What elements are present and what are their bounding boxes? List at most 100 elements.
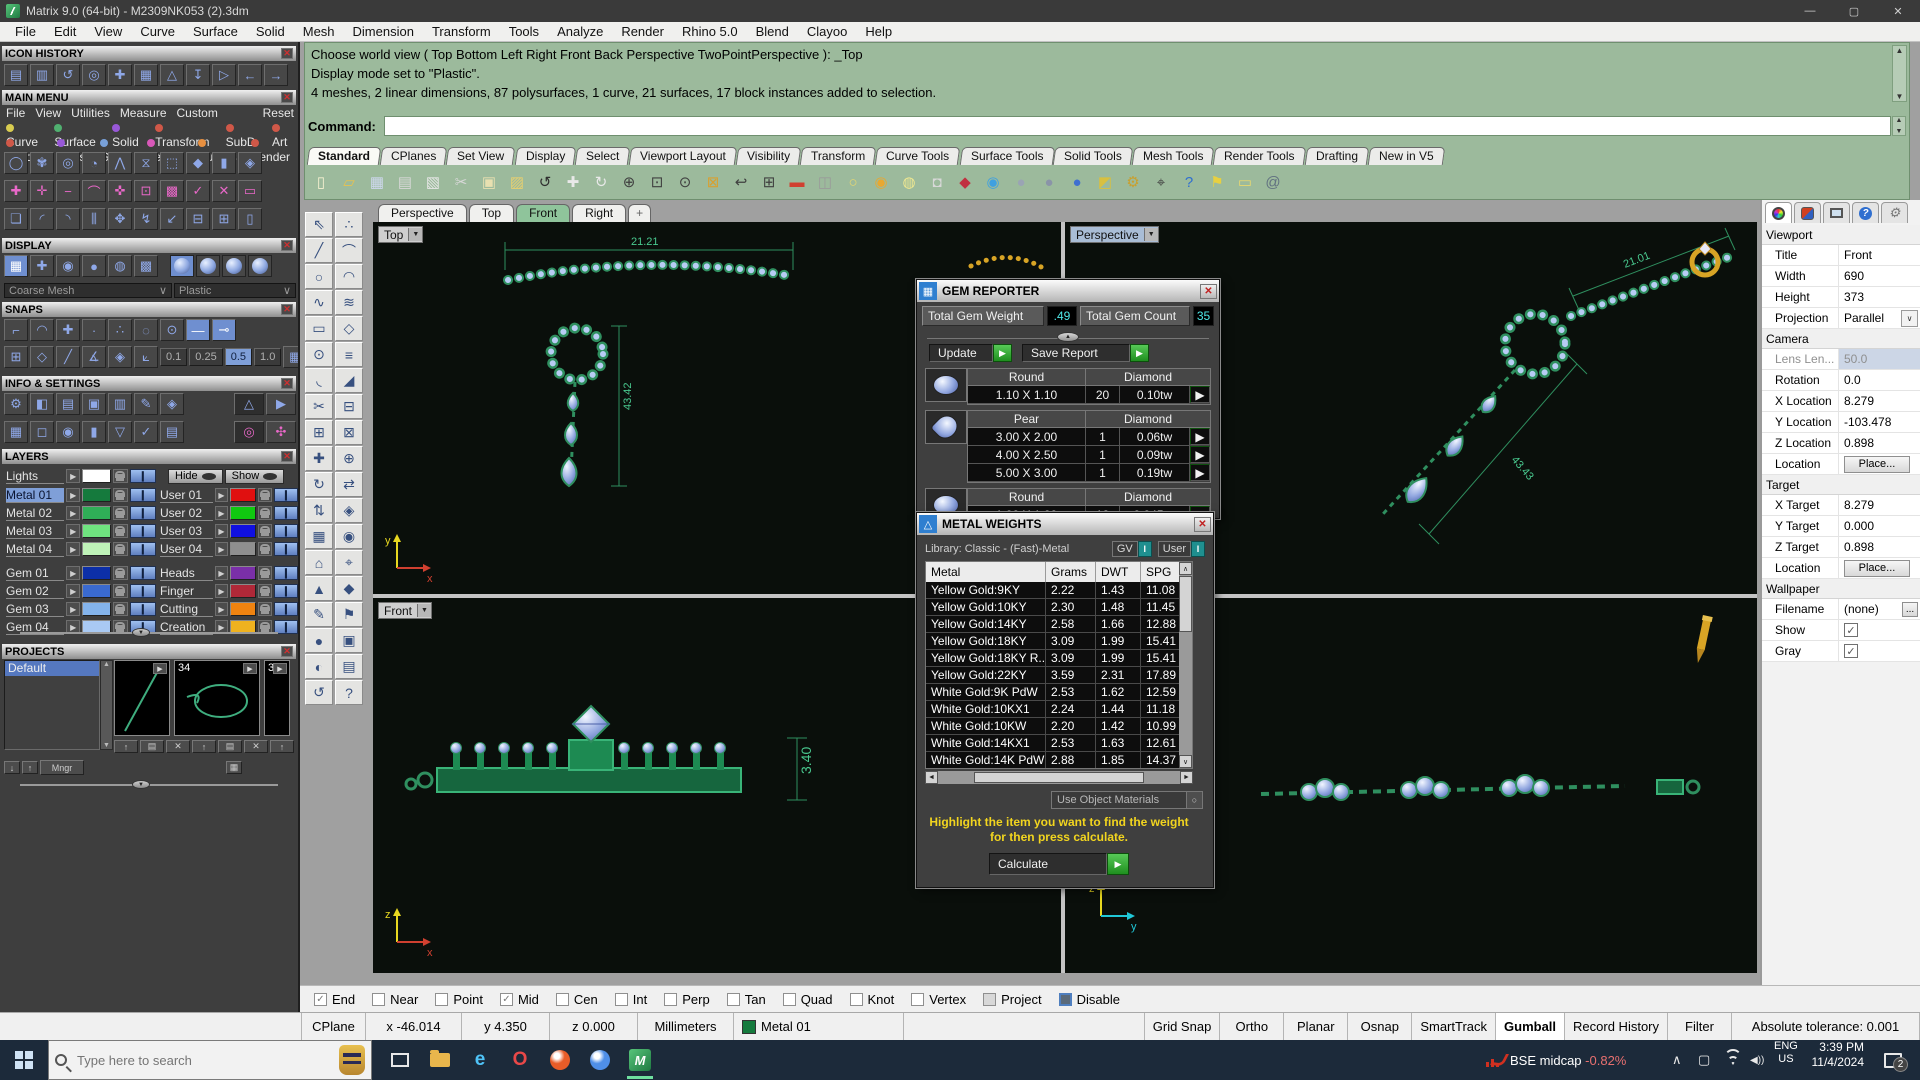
lock-icon[interactable]: [113, 602, 128, 616]
panel-menu-view[interactable]: View: [35, 106, 61, 120]
toolbar-tab-viewport-layout[interactable]: Viewport Layout: [629, 147, 737, 165]
close-icon[interactable]: ✕: [281, 646, 293, 657]
update-button[interactable]: Update▶: [929, 344, 1012, 362]
spiral-icon[interactable]: @: [1260, 169, 1286, 195]
close-icon[interactable]: ✕: [281, 451, 293, 462]
tool-icon[interactable]: ◎: [56, 152, 80, 174]
tool-icon[interactable]: ▯: [238, 208, 262, 230]
ring-tool-icon[interactable]: ✣: [266, 421, 296, 443]
reset-button[interactable]: Reset: [263, 106, 294, 120]
save-report-button[interactable]: Save Report▶: [1022, 344, 1149, 362]
save-icon[interactable]: ▦: [364, 169, 390, 195]
teams-icon[interactable]: ▢: [1698, 1040, 1710, 1080]
info-icon[interactable]: ▤: [56, 393, 80, 415]
toolbar-tab-transform[interactable]: Transform: [800, 147, 877, 165]
menu-view[interactable]: View: [85, 24, 131, 39]
move-icon[interactable]: ▬: [784, 169, 810, 195]
layer-color-swatch[interactable]: [230, 488, 256, 502]
delete-icon[interactable]: ✕: [166, 740, 190, 753]
checkbox-icon[interactable]: [664, 993, 677, 1006]
tool-icon[interactable]: ▩: [160, 180, 184, 202]
checkbox-icon[interactable]: [783, 993, 796, 1006]
side-tool-icon-16[interactable]: ⊞: [305, 420, 333, 445]
layer-row-gem-03[interactable]: Gem 03▶❙: [6, 601, 156, 617]
snap-icon[interactable]: ·: [82, 319, 106, 341]
side-tool-icon-13[interactable]: ◢: [335, 368, 363, 393]
osnap-point[interactable]: Point: [435, 992, 483, 1007]
toolbar-tab-solid-tools[interactable]: Solid Tools: [1053, 147, 1133, 165]
layer-row-heads[interactable]: Heads▶❙: [160, 565, 298, 581]
zoom-extents-icon[interactable]: ⊠: [700, 169, 726, 195]
wifi-icon[interactable]: [1724, 1040, 1742, 1080]
nav-back-icon[interactable]: ←: [238, 64, 262, 86]
folder-icon[interactable]: ▷: [212, 64, 236, 86]
close-button[interactable]: ✕: [1876, 0, 1920, 22]
layer-color-swatch[interactable]: [82, 524, 110, 538]
layer-expand-icon[interactable]: ▶: [66, 602, 80, 616]
layer-expand-icon[interactable]: ▶: [66, 542, 80, 556]
layer-name[interactable]: Heads: [160, 566, 213, 581]
edge-icon[interactable]: e: [460, 1040, 500, 1080]
info-icon[interactable]: ▥: [108, 393, 132, 415]
project-item-default[interactable]: Default: [5, 661, 99, 676]
toolbar-tab-select[interactable]: Select: [575, 147, 631, 165]
play-icon[interactable]: ▶: [1190, 386, 1210, 403]
pan-icon[interactable]: ✚: [560, 169, 586, 195]
side-tool-icon-7[interactable]: ≋: [335, 290, 363, 315]
checkbox-icon[interactable]: ✓: [500, 993, 513, 1006]
tool-icon[interactable]: ↙: [160, 208, 184, 230]
viewport-tab-top[interactable]: Top: [469, 204, 514, 222]
ghost-icon[interactable]: ●: [1036, 169, 1062, 195]
toolbar-tab-curve-tools[interactable]: Curve Tools: [875, 147, 961, 165]
place-button[interactable]: Place...: [1844, 456, 1910, 473]
info-icon[interactable]: ▣: [82, 393, 106, 415]
layer-name[interactable]: Cutting: [160, 602, 213, 617]
checkbox-icon[interactable]: [615, 993, 628, 1006]
metal-row[interactable]: Yellow Gold:18KY R...3.091.9915.41: [926, 650, 1192, 667]
side-tool-icon-2[interactable]: ╱: [305, 238, 333, 263]
tool-icon[interactable]: ✜: [108, 180, 132, 202]
play-icon[interactable]: ▶: [243, 663, 257, 674]
info-icon[interactable]: ⚙: [4, 393, 28, 415]
gem-size-row[interactable]: 1.10 X 1.10200.10tw▶: [968, 386, 1210, 404]
layer-name[interactable]: Lights: [6, 469, 64, 484]
snap-icon[interactable]: —: [186, 319, 210, 341]
print-icon[interactable]: ▤: [392, 169, 418, 195]
layer-expand-icon[interactable]: ▶: [66, 584, 80, 598]
side-tool-icon-24[interactable]: ▦: [305, 524, 333, 549]
scroll-up-icon[interactable]: ∧: [1179, 562, 1192, 575]
close-icon[interactable]: ✕: [281, 48, 293, 59]
export-icon[interactable]: ▧: [420, 169, 446, 195]
new-file-icon[interactable]: ▯: [308, 169, 334, 195]
viewport-tab-front[interactable]: Front: [516, 204, 570, 222]
layer-visible-toggle[interactable]: ❙: [130, 524, 156, 538]
play-icon[interactable]: ▶: [273, 663, 287, 674]
panel-menu-utilities[interactable]: Utilities: [71, 106, 110, 120]
status-y[interactable]: y 4.350: [462, 1013, 550, 1040]
side-tool-icon-33[interactable]: ▣: [335, 628, 363, 653]
menu-mesh[interactable]: Mesh: [294, 24, 344, 39]
layer-visible-toggle[interactable]: ❙: [274, 524, 298, 538]
stock-ticker-widget[interactable]: BSE midcap -0.82%: [1486, 1040, 1626, 1080]
hide-button[interactable]: Hide: [168, 469, 223, 484]
lock-icon[interactable]: ◘: [924, 169, 950, 195]
layer-visible-toggle[interactable]: ❙: [130, 542, 156, 556]
clock[interactable]: 3:39 PM11/4/2024: [1806, 1040, 1864, 1080]
display-mode-icon[interactable]: ✚: [30, 255, 54, 277]
command-spinner[interactable]: ▲▼: [1892, 116, 1906, 136]
move-down-icon[interactable]: ↓: [4, 761, 20, 774]
snap-icon[interactable]: ⊙: [160, 319, 184, 341]
layer-expand-icon[interactable]: ▶: [66, 488, 80, 502]
scroll-thumb[interactable]: [1179, 576, 1192, 632]
projects-slider[interactable]: ▼: [20, 784, 278, 786]
play-icon[interactable]: ▶: [1190, 446, 1210, 463]
toggle-osnap[interactable]: Osnap: [1348, 1013, 1412, 1040]
taskbar-search[interactable]: [48, 1040, 372, 1080]
side-tool-icon-35[interactable]: ▤: [335, 654, 363, 679]
grid-view-icon[interactable]: ▦: [226, 761, 242, 774]
lamp-icon[interactable]: ○: [840, 169, 866, 195]
metal-row[interactable]: Yellow Gold:9KY2.221.4311.08: [926, 582, 1192, 599]
layer-visible-toggle[interactable]: ❙: [130, 506, 156, 520]
layer-color-swatch[interactable]: [82, 566, 110, 580]
menu-analyze[interactable]: Analyze: [548, 24, 612, 39]
